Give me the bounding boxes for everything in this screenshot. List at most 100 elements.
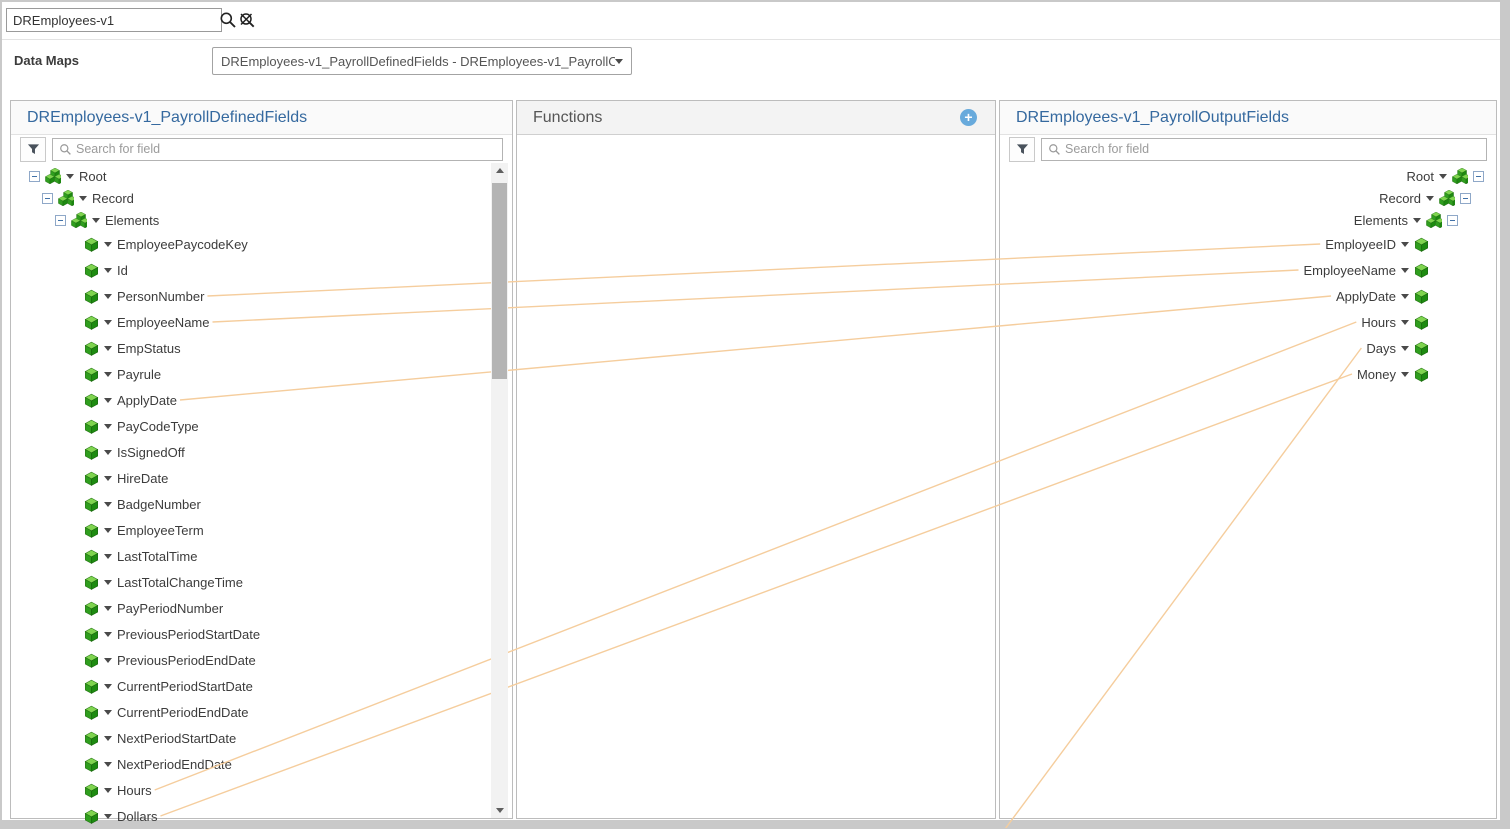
tree-item-PayPeriodNumber[interactable]: PayPeriodNumber (11, 595, 512, 621)
down-triangle-icon[interactable] (104, 814, 112, 819)
target-search-input[interactable] (1065, 139, 1486, 160)
scroll-up-button[interactable] (491, 163, 508, 178)
down-triangle-icon[interactable] (104, 528, 112, 533)
scroll-thumb[interactable] (492, 183, 507, 379)
down-triangle-icon[interactable] (104, 658, 112, 663)
tree-item-Money[interactable]: Money (1000, 361, 1496, 387)
tree-item-Record[interactable]: Record (11, 187, 512, 209)
tree-item-Elements[interactable]: Elements (1000, 209, 1496, 231)
field-label: CurrentPeriodEndDate (117, 705, 249, 720)
down-triangle-icon[interactable] (104, 580, 112, 585)
tree-item-ApplyDate[interactable]: ApplyDate (1000, 283, 1496, 309)
tree-item-Days[interactable]: Days (1000, 335, 1496, 361)
down-triangle-icon[interactable] (104, 606, 112, 611)
tree-item-CurrentPeriodStartDate[interactable]: CurrentPeriodStartDate (11, 673, 512, 699)
tree-item-EmployeeTerm[interactable]: EmployeeTerm (11, 517, 512, 543)
down-triangle-icon[interactable] (104, 372, 112, 377)
down-triangle-icon[interactable] (1401, 320, 1409, 325)
field-label: BadgeNumber (117, 497, 201, 512)
tree-item-EmployeeName[interactable]: EmployeeName (11, 309, 512, 335)
down-triangle-icon[interactable] (1401, 242, 1409, 247)
tree-item-Hours[interactable]: Hours (11, 777, 512, 803)
tree-item-Hours[interactable]: Hours (1000, 309, 1496, 335)
down-triangle-icon[interactable] (1401, 346, 1409, 351)
tree-item-PreviousPeriodEndDate[interactable]: PreviousPeriodEndDate (11, 647, 512, 673)
collapse-minus-box[interactable] (29, 171, 40, 182)
tree-item-HireDate[interactable]: HireDate (11, 465, 512, 491)
tree-item-EmployeePaycodeKey[interactable]: EmployeePaycodeKey (11, 231, 512, 257)
collapse-minus-box[interactable] (1473, 171, 1484, 182)
tree-item-IsSignedOff[interactable]: IsSignedOff (11, 439, 512, 465)
tree-item-PersonNumber[interactable]: PersonNumber (11, 283, 512, 309)
down-triangle-icon[interactable] (104, 424, 112, 429)
tree-item-PreviousPeriodStartDate[interactable]: PreviousPeriodStartDate (11, 621, 512, 647)
tree-item-NextPeriodStartDate[interactable]: NextPeriodStartDate (11, 725, 512, 751)
scroll-down-button[interactable] (491, 803, 508, 818)
down-triangle-icon[interactable] (1413, 218, 1421, 223)
filter-button[interactable] (1009, 137, 1035, 162)
vertical-scrollbar[interactable] (491, 163, 508, 818)
tree-item-PayCodeType[interactable]: PayCodeType (11, 413, 512, 439)
filter-button[interactable] (20, 137, 46, 162)
data-map-select[interactable]: DREmployees-v1_PayrollDefinedFields - DR… (212, 47, 632, 75)
tree-item-Root[interactable]: Root (1000, 165, 1496, 187)
tree-item-LastTotalChangeTime[interactable]: LastTotalChangeTime (11, 569, 512, 595)
down-triangle-icon[interactable] (104, 554, 112, 559)
green-cube-icon (84, 523, 99, 538)
collapse-minus-box[interactable] (55, 215, 66, 226)
tree-item-EmployeeID[interactable]: EmployeeID (1000, 231, 1496, 257)
magnifier-icon[interactable] (219, 11, 237, 29)
down-triangle-icon[interactable] (104, 320, 112, 325)
down-triangle-icon[interactable] (104, 632, 112, 637)
down-triangle-icon[interactable] (92, 218, 100, 223)
down-triangle-icon[interactable] (1401, 294, 1409, 299)
tree-item-Elements[interactable]: Elements (11, 209, 512, 231)
down-triangle-icon[interactable] (104, 788, 112, 793)
tree-item-NextPeriodEndDate[interactable]: NextPeriodEndDate (11, 751, 512, 777)
tree-item-Id[interactable]: Id (11, 257, 512, 283)
add-function-button[interactable]: + (960, 109, 977, 126)
source-search-input[interactable] (76, 139, 502, 160)
tree-item-Payrule[interactable]: Payrule (11, 361, 512, 387)
tree-item-Record[interactable]: Record (1000, 187, 1496, 209)
tree-item-ApplyDate[interactable]: ApplyDate (11, 387, 512, 413)
collapse-minus-box[interactable] (42, 193, 53, 204)
down-triangle-icon[interactable] (104, 762, 112, 767)
down-triangle-icon[interactable] (1426, 196, 1434, 201)
green-cube-icon (84, 757, 99, 772)
down-triangle-icon[interactable] (104, 736, 112, 741)
tree-item-EmployeeName[interactable]: EmployeeName (1000, 257, 1496, 283)
down-triangle-icon[interactable] (104, 294, 112, 299)
search-icon (59, 143, 72, 156)
functions-panel-header: Functions (517, 101, 995, 135)
down-triangle-icon[interactable] (104, 476, 112, 481)
tree-item-Dollars[interactable]: Dollars (11, 803, 512, 829)
down-triangle-icon[interactable] (66, 174, 74, 179)
collapse-minus-box[interactable] (1460, 193, 1471, 204)
source-search-box (52, 138, 503, 161)
collapse-minus-box[interactable] (1447, 215, 1458, 226)
magnifier-x-icon[interactable] (238, 11, 256, 29)
down-triangle-icon[interactable] (104, 684, 112, 689)
source-filter-row (11, 135, 512, 163)
down-triangle-icon[interactable] (104, 242, 112, 247)
tree-item-LastTotalTime[interactable]: LastTotalTime (11, 543, 512, 569)
down-triangle-icon[interactable] (1439, 174, 1447, 179)
down-triangle-icon[interactable] (1401, 268, 1409, 273)
down-triangle-icon[interactable] (104, 398, 112, 403)
down-triangle-icon[interactable] (79, 196, 87, 201)
down-triangle-icon[interactable] (104, 710, 112, 715)
down-triangle-icon[interactable] (104, 450, 112, 455)
green-cube-icon (84, 315, 99, 330)
tree-item-CurrentPeriodEndDate[interactable]: CurrentPeriodEndDate (11, 699, 512, 725)
tree-item-BadgeNumber[interactable]: BadgeNumber (11, 491, 512, 517)
field-label: PayPeriodNumber (117, 601, 223, 616)
collapse-spacer (68, 811, 79, 822)
tree-item-Root[interactable]: Root (11, 165, 512, 187)
tree-item-EmpStatus[interactable]: EmpStatus (11, 335, 512, 361)
down-triangle-icon[interactable] (104, 502, 112, 507)
down-triangle-icon[interactable] (104, 268, 112, 273)
down-triangle-icon[interactable] (104, 346, 112, 351)
top-search-input[interactable] (6, 8, 222, 32)
down-triangle-icon[interactable] (1401, 372, 1409, 377)
